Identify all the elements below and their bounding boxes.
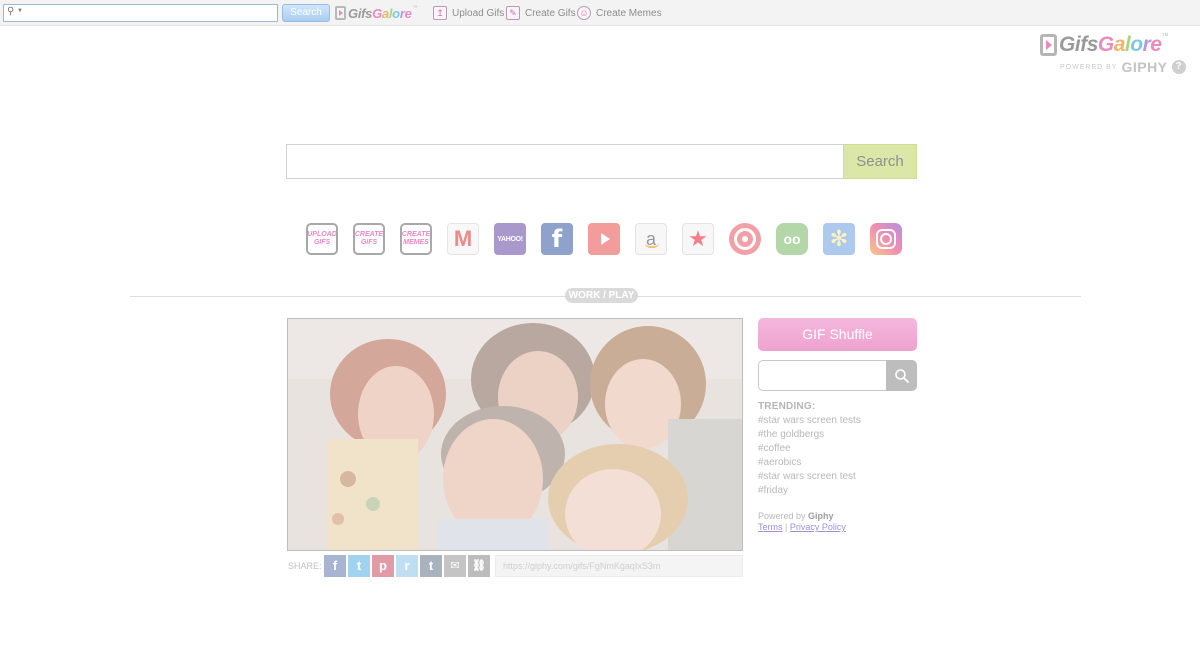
toolbar-search-box[interactable]: ⚲ ▼ <box>3 4 278 22</box>
trademark: ™ <box>412 5 418 11</box>
pinterest-icon: p <box>379 558 387 573</box>
twitter-icon: t <box>356 558 362 573</box>
yahoo-icon: YAHOO! <box>497 235 523 243</box>
quick-link-youtube[interactable] <box>588 223 620 255</box>
sidebar-search-box[interactable] <box>758 360 887 391</box>
search-icon[interactable]: ⚲ <box>7 6 14 17</box>
share-link-button[interactable]: ⛓ <box>468 555 490 577</box>
trending-item[interactable]: #coffee <box>758 442 861 456</box>
toolbar-link-upload-gifs[interactable]: ↥ Upload Gifs <box>433 4 504 22</box>
create-gifs-badge: CREATE GIFS <box>354 231 384 246</box>
trending-list: #star wars screen tests #the goldbergs #… <box>758 414 861 498</box>
gmail-icon: M <box>453 226 473 251</box>
quick-link-facebook[interactable]: f <box>541 223 573 255</box>
quick-link-create-gifs[interactable]: CREATE GIFS <box>353 223 385 255</box>
trademark: ™ <box>1161 33 1169 40</box>
trending-heading: TRENDING: <box>758 401 816 412</box>
powered-by-brand: Giphy <box>808 511 834 521</box>
gifsgalore-doc-icon <box>1040 34 1057 56</box>
share-label: SHARE: <box>288 561 322 571</box>
upload-icon: ↥ <box>433 6 447 20</box>
share-reddit-button[interactable]: r <box>396 555 418 577</box>
facebook-icon: f <box>551 225 563 253</box>
legal-separator: | <box>785 522 788 532</box>
powered-by-text: POWERED BY <box>1060 63 1118 71</box>
toolbar-link-label: Create Gifs <box>525 7 576 19</box>
logo-word: GifsGalore <box>1059 33 1162 56</box>
amazon-icon: a <box>645 228 656 249</box>
powered-by-giphy: POWERED BY GIPHY ? <box>1060 59 1186 75</box>
trending-item[interactable]: #the goldbergs <box>758 428 861 442</box>
walmart-spark-icon: ✻ <box>829 226 849 251</box>
toolbar-logo-word: GifsGalore <box>348 5 412 21</box>
gifsgalore-doc-icon <box>335 6 346 20</box>
sidebar-search-input[interactable] <box>759 361 887 390</box>
create-memes-badge: CREATE MEMES <box>401 231 431 246</box>
gifsgalore-logo[interactable]: GifsGalore ™ POWERED BY GIPHY ? <box>1040 33 1196 75</box>
giphy-wordmark: GIPHY <box>1121 59 1168 75</box>
trending-item[interactable]: #aerobics <box>758 456 861 470</box>
privacy-policy-link[interactable]: Privacy Policy <box>790 522 846 532</box>
gif-shuffle-button[interactable]: GIF Shuffle <box>758 318 917 351</box>
section-label: WORK / PLAY <box>565 288 638 303</box>
macys-star-icon: ★ <box>688 226 708 251</box>
target-icon <box>734 228 756 250</box>
quick-link-walmart[interactable]: ✻ <box>823 223 855 255</box>
quick-link-create-memes[interactable]: CREATE MEMES <box>400 223 432 255</box>
share-buttons: f t p r t ✉ ⛓ <box>324 555 492 577</box>
gif-display[interactable] <box>287 318 743 551</box>
quick-link-gmail[interactable]: M <box>447 223 479 255</box>
share-tumblr-button[interactable]: t <box>420 555 442 577</box>
powered-by-prefix: Powered by <box>758 511 806 521</box>
reddit-icon: r <box>404 558 410 573</box>
search-icon <box>894 368 909 383</box>
quick-link-yahoo[interactable]: YAHOO! <box>494 223 526 255</box>
quick-link-tripadvisor[interactable]: oo <box>776 223 808 255</box>
tripadvisor-icon: oo <box>783 231 801 247</box>
trending-item[interactable]: #star wars screen test <box>758 470 861 484</box>
sidebar-search-button[interactable] <box>886 360 917 391</box>
share-pinterest-button[interactable]: p <box>372 555 394 577</box>
quick-links-bar: UPLOAD GIFS CREATE GIFS CREATE MEMES M Y… <box>306 223 902 255</box>
instagram-icon <box>876 229 896 249</box>
email-icon: ✉ <box>450 560 460 572</box>
quick-link-instagram[interactable] <box>870 223 902 255</box>
trending-item[interactable]: #friday <box>758 484 861 498</box>
quick-link-macys[interactable]: ★ <box>682 223 714 255</box>
smiley-icon: ☺ <box>577 6 591 20</box>
pencil-icon: ✎ <box>506 6 520 20</box>
legal-links: Terms | Privacy Policy <box>758 522 846 532</box>
toolbar-link-create-gifs[interactable]: ✎ Create Gifs <box>506 4 576 22</box>
powered-by-line: Powered by Giphy <box>758 511 834 521</box>
upload-gifs-badge: UPLOAD GIFS <box>307 231 337 246</box>
main-search-box[interactable] <box>286 144 843 179</box>
share-facebook-button[interactable]: f <box>324 555 346 577</box>
gif-url-field[interactable]: https://giphy.com/gifs/FgNmKgaqIxS3m <box>495 555 743 577</box>
toolbar-link-label: Create Memes <box>596 7 662 19</box>
quick-link-amazon[interactable]: a <box>635 223 667 255</box>
trending-item[interactable]: #star wars screen tests <box>758 414 861 428</box>
share-email-button[interactable]: ✉ <box>444 555 466 577</box>
terms-link[interactable]: Terms <box>758 522 783 532</box>
main-search-input[interactable] <box>287 145 843 178</box>
gif-image <box>288 319 742 550</box>
toolbar-logo[interactable]: GifsGalore ™ <box>335 5 418 21</box>
browser-toolbar: ⚲ ▼ Search GifsGalore ™ ↥ Upload Gifs ✎ … <box>0 0 1200 26</box>
toolbar-link-label: Upload Gifs <box>452 7 505 19</box>
facebook-icon: f <box>332 558 338 573</box>
toolbar-search-button[interactable]: Search <box>282 4 330 22</box>
quick-link-target[interactable] <box>729 223 761 255</box>
share-twitter-button[interactable]: t <box>348 555 370 577</box>
tumblr-icon: t <box>428 558 434 573</box>
quick-link-upload-gifs[interactable]: UPLOAD GIFS <box>306 223 338 255</box>
main-search-button[interactable]: Search <box>843 144 917 179</box>
toolbar-link-create-memes[interactable]: ☺ Create Memes <box>577 4 662 22</box>
toolbar-search-input[interactable] <box>22 5 274 21</box>
link-icon: ⛓ <box>472 560 486 572</box>
youtube-icon <box>601 233 610 245</box>
help-icon[interactable]: ? <box>1171 60 1186 74</box>
